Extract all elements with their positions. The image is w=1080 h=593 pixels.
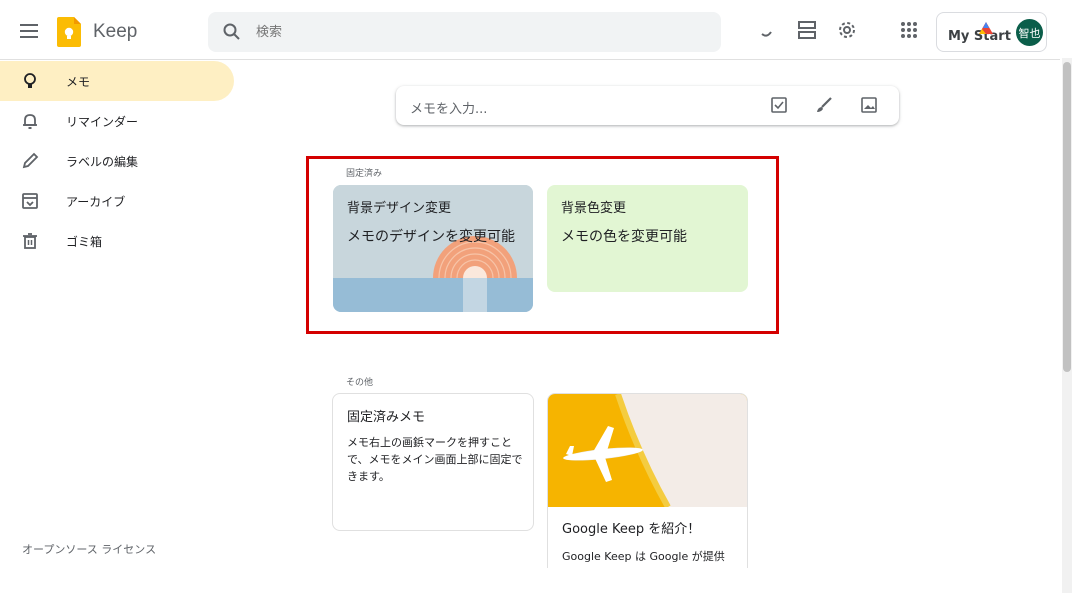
- bell-icon: [20, 111, 40, 131]
- take-note-input[interactable]: メモを入力...: [410, 98, 487, 117]
- trash-icon: [20, 231, 40, 251]
- scrollbar[interactable]: [1062, 58, 1072, 593]
- scrollbar-thumb[interactable]: [1063, 62, 1071, 372]
- settings-gear-icon[interactable]: [837, 20, 857, 44]
- sidebar-item-reminders[interactable]: リマインダー: [0, 101, 240, 141]
- note-body: Google Keep は Google が提供: [562, 550, 725, 563]
- note-title: Google Keep を紹介！: [562, 522, 701, 537]
- pencil-icon: [20, 151, 40, 171]
- mystart-logo-icon: [979, 21, 993, 40]
- search-input[interactable]: [256, 22, 696, 42]
- apps-grid-icon[interactable]: [899, 20, 919, 44]
- search-icon[interactable]: [222, 22, 242, 46]
- archive-icon: [20, 191, 40, 211]
- note-pinned-memo-tip[interactable]: 固定済みメモ メモ右上の画鋲マークを押すことで、メモをメイン画面上部に固定できま…: [332, 393, 534, 531]
- open-source-licenses-link[interactable]: オープンソース ライセンス: [22, 541, 156, 557]
- main-menu-icon[interactable]: [14, 16, 44, 46]
- list-view-icon[interactable]: [797, 20, 817, 44]
- new-image-icon[interactable]: [860, 96, 878, 118]
- note-body: メモ右上の画鋲マークを押すことで、メモをメイン画面上部に固定できます。: [347, 436, 523, 483]
- sidebar-item-label: ゴミ箱: [66, 234, 103, 249]
- sidebar-item-label: メモ: [66, 74, 91, 89]
- sidebar-item-label: リマインダー: [66, 114, 139, 129]
- sidebar-item-notes[interactable]: メモ: [0, 61, 234, 101]
- sidebar-item-archive[interactable]: アーカイブ: [0, 181, 240, 221]
- note-title: 固定済みメモ: [347, 410, 426, 425]
- new-checklist-icon[interactable]: [770, 96, 788, 118]
- search-bar[interactable]: [208, 12, 721, 52]
- sidebar-item-trash[interactable]: ゴミ箱: [0, 221, 240, 261]
- sidebar-item-label: アーカイブ: [66, 194, 126, 209]
- top-bar: Keep My Start: [0, 0, 1060, 60]
- note-google-keep-intro[interactable]: Google Keep を紹介！ Google Keep は Google が提…: [547, 393, 748, 568]
- refresh-icon[interactable]: [760, 20, 774, 44]
- sidebar: メモ リマインダー ラベルの編集 アーカイブ ゴミ箱: [0, 61, 240, 261]
- sidebar-item-edit-labels[interactable]: ラベルの編集: [0, 141, 240, 181]
- highlight-annotation-box: [306, 156, 779, 334]
- take-note-bar[interactable]: メモを入力...: [396, 86, 899, 125]
- new-drawing-brush-icon[interactable]: [815, 96, 833, 118]
- lightbulb-icon: [20, 71, 40, 91]
- keep-app: Keep My Start: [0, 0, 1080, 593]
- keep-logo-icon[interactable]: [57, 17, 81, 47]
- sidebar-item-label: ラベルの編集: [66, 154, 139, 169]
- airplane-illustration: [548, 394, 747, 507]
- avatar[interactable]: 智也: [1016, 19, 1043, 46]
- app-name[interactable]: Keep: [93, 21, 137, 43]
- others-section-heading: その他: [346, 378, 374, 388]
